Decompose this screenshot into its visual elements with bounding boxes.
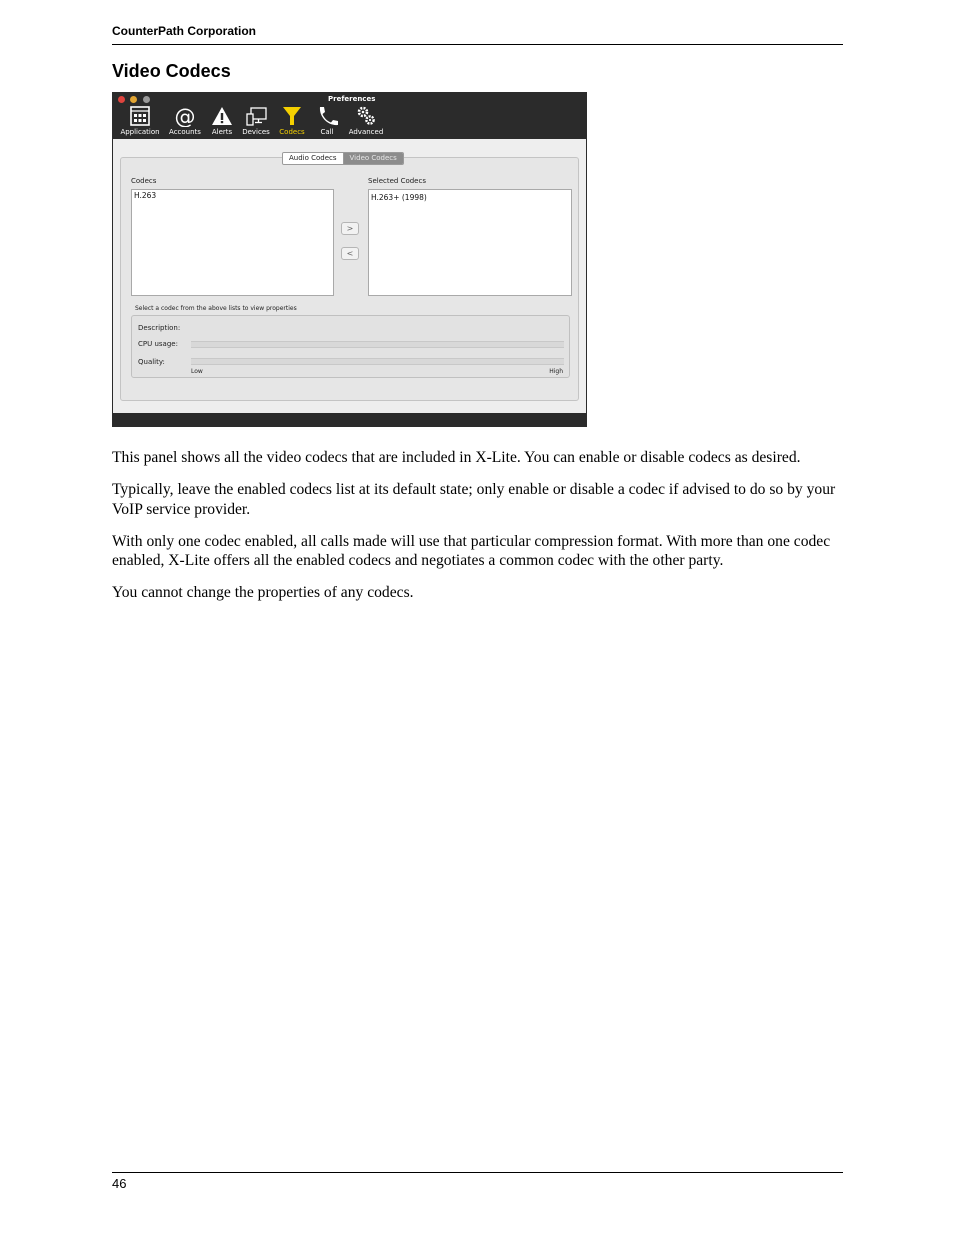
paragraph: Typically, leave the enabled codecs list… <box>112 481 836 518</box>
toolbar-item-devices[interactable]: Devices <box>240 105 272 138</box>
toolbar-item-accounts[interactable]: @ Accounts <box>166 105 204 138</box>
toolbar-item-call[interactable]: Call <box>312 105 342 138</box>
quality-label: Quality: <box>138 358 165 366</box>
toolbar-label: Codecs <box>279 128 305 136</box>
devices-icon <box>246 107 267 126</box>
toolbar-item-advanced[interactable]: Advanced <box>346 105 386 138</box>
tab-audio-codecs[interactable]: Audio Codecs <box>283 153 344 164</box>
application-icon <box>130 106 150 126</box>
add-codec-button[interactable]: > <box>341 222 359 235</box>
tab-video-codecs[interactable]: Video Codecs <box>343 153 403 164</box>
gears-icon <box>357 106 375 125</box>
page-number: 46 <box>112 1176 127 1191</box>
selected-codecs-label: Selected Codecs <box>368 177 426 185</box>
document-header: CounterPath Corporation <box>112 24 256 38</box>
cpu-usage-label: CPU usage: <box>138 340 178 348</box>
at-sign-icon: @ <box>175 105 196 127</box>
toolbar-item-application[interactable]: Application <box>118 105 162 138</box>
remove-codec-button[interactable]: < <box>341 247 359 260</box>
toolbar-label: Application <box>120 128 160 136</box>
paragraph: This panel shows all the video codecs th… <box>112 449 801 466</box>
toolbar-label: Accounts <box>169 128 201 136</box>
properties-hint: Select a codec from the above lists to v… <box>135 305 297 312</box>
funnel-icon <box>283 107 301 125</box>
warning-icon <box>212 107 232 125</box>
list-item[interactable]: H.263+ (1998) <box>369 190 571 203</box>
phone-icon <box>319 107 338 126</box>
toolbar-label: Call <box>320 128 334 136</box>
list-item[interactable]: H.263 <box>132 190 333 201</box>
minimize-window-button[interactable] <box>130 96 137 103</box>
section-title: Video Codecs <box>112 61 231 81</box>
available-codecs-list[interactable]: H.263 <box>131 189 334 296</box>
header-rule <box>112 44 843 45</box>
high-label: High <box>549 368 563 375</box>
preferences-window-screenshot: Preferences Application @ Accounts Alert… <box>112 92 587 427</box>
zoom-window-button[interactable] <box>143 96 150 103</box>
codecs-list-label: Codecs <box>131 177 157 185</box>
codec-properties-box: Description: CPU usage: Quality: Low Hig… <box>131 315 570 378</box>
body-text: This panel shows all the video codecs th… <box>112 448 843 615</box>
toolbar: Preferences Application @ Accounts Alert… <box>113 93 586 139</box>
toolbar-label: Advanced <box>348 128 384 136</box>
description-label: Description: <box>138 324 181 332</box>
toolbar-label: Devices <box>242 128 270 136</box>
quality-meter <box>191 358 564 365</box>
paragraph: With only one codec enabled, all calls m… <box>112 532 831 570</box>
paragraph: You cannot change the properties of any … <box>112 584 414 601</box>
toolbar-item-codecs[interactable]: Codecs <box>276 105 308 138</box>
toolbar-item-alerts[interactable]: Alerts <box>208 105 236 138</box>
window-bottom-bar <box>113 413 586 426</box>
svg-text:@: @ <box>175 105 196 127</box>
codec-type-tabs: Audio Codecs Video Codecs <box>282 152 404 165</box>
low-label: Low <box>191 368 203 375</box>
close-window-button[interactable] <box>118 96 125 103</box>
footer-rule <box>112 1172 843 1173</box>
toolbar-label: Alerts <box>211 128 233 136</box>
cpu-usage-meter <box>191 341 564 348</box>
window-title: Preferences <box>328 95 376 103</box>
selected-codecs-list[interactable]: H.263+ (1998) <box>368 189 572 296</box>
